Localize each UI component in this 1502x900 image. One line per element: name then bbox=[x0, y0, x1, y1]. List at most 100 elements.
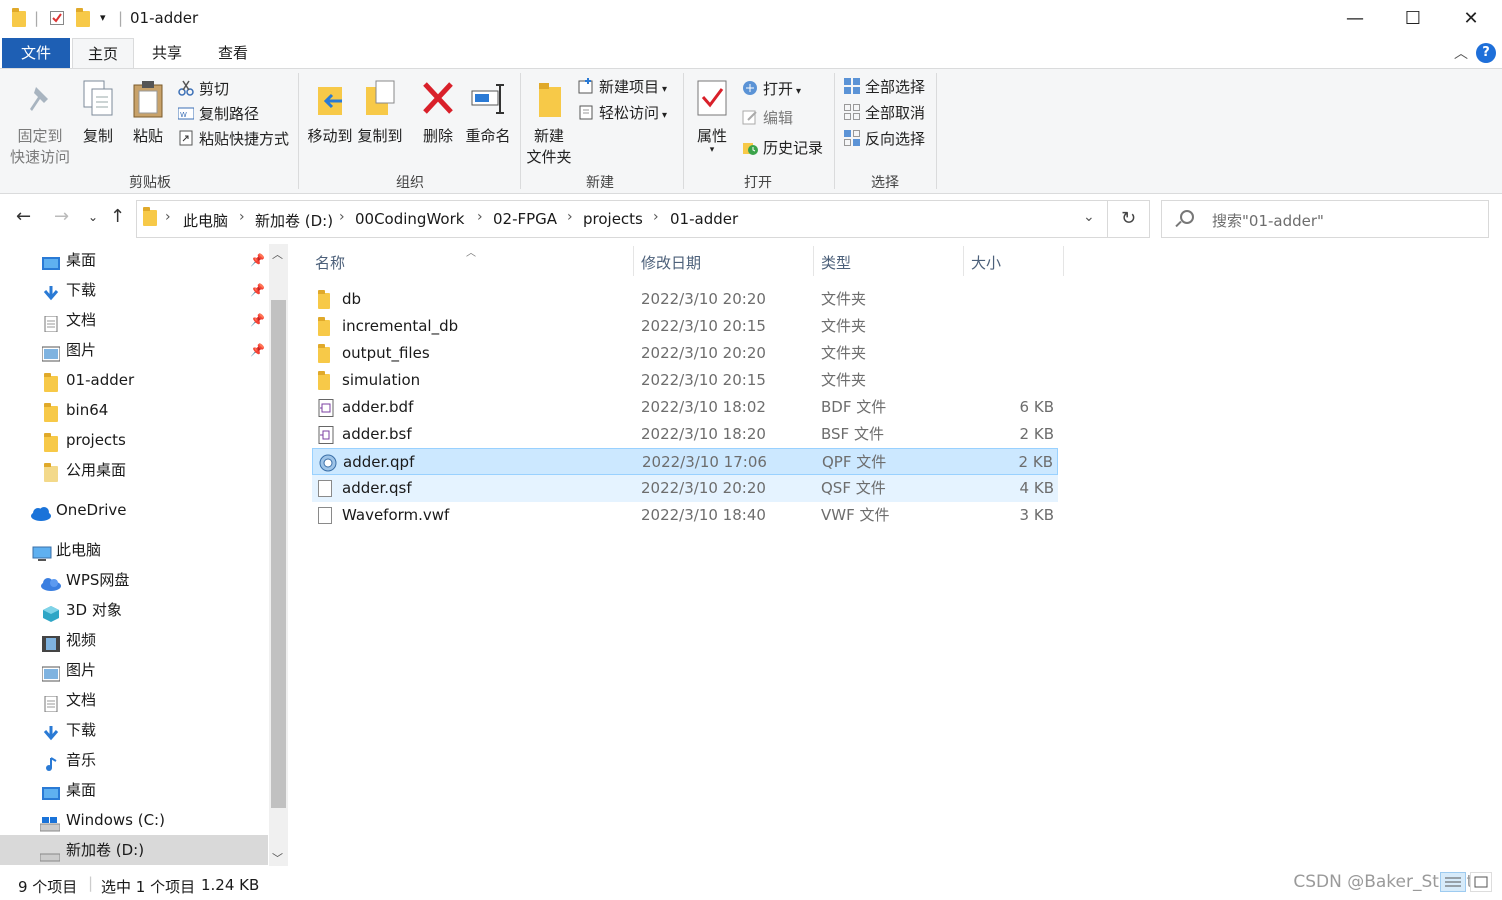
breadcrumb-codingwork[interactable]: 00CodingWork bbox=[355, 210, 464, 228]
breadcrumb-fpga[interactable]: 02-FPGA bbox=[493, 210, 557, 228]
breadcrumb-drive-d[interactable]: 新加卷 (D:) bbox=[255, 210, 333, 231]
nav-item-onedrive[interactable]: OneDrive bbox=[0, 495, 268, 525]
breadcrumb-this-pc[interactable]: 此电脑 bbox=[183, 210, 228, 231]
column-header-name[interactable]: 名称 bbox=[315, 252, 345, 273]
nav-item-videos[interactable]: 视频 bbox=[0, 625, 268, 655]
edit-button[interactable]: 编辑 bbox=[742, 106, 793, 130]
nav-item-desktop[interactable]: 桌面 📌 bbox=[0, 245, 268, 275]
address-history-chevron-icon[interactable]: ⌄ bbox=[1083, 209, 1095, 225]
nav-item-drive-d[interactable]: 新加卷 (D:) bbox=[0, 835, 268, 865]
search-box[interactable]: 搜索"01-adder" bbox=[1161, 200, 1489, 238]
nav-item-music[interactable]: 音乐 bbox=[0, 745, 268, 775]
nav-item-drive-c[interactable]: Windows (C:) bbox=[0, 805, 268, 835]
nav-item-bin64[interactable]: bin64 bbox=[0, 395, 268, 425]
nav-item-downloads-pc[interactable]: 下载 bbox=[0, 715, 268, 745]
details-view-button[interactable] bbox=[1440, 872, 1466, 892]
nav-item-pictures-pc[interactable]: 图片 bbox=[0, 655, 268, 685]
new-item-button[interactable]: 新建项目 ▾ bbox=[578, 75, 667, 99]
minimize-button[interactable]: — bbox=[1326, 0, 1384, 38]
nav-item-wps-drive[interactable]: WPS网盘 bbox=[0, 565, 268, 595]
new-folder-qa-icon[interactable] bbox=[76, 8, 90, 27]
tab-home[interactable]: 主页 bbox=[72, 38, 134, 68]
copy-to-button[interactable]: 复制到 bbox=[356, 79, 404, 146]
open-button[interactable]: 打开 ▾ bbox=[742, 77, 801, 101]
file-row[interactable]: output_files 2022/3/10 20:20 文件夹 bbox=[312, 340, 1058, 367]
breadcrumb-projects[interactable]: projects bbox=[583, 210, 643, 228]
copy-button[interactable]: 复制 bbox=[76, 79, 120, 146]
breadcrumb-separator-icon[interactable]: › bbox=[567, 209, 573, 225]
address-bar[interactable]: › 此电脑 › 新加卷 (D:) › 00CodingWork › 02-FPG… bbox=[136, 200, 1108, 238]
properties-button[interactable]: 属性 ▾ bbox=[692, 79, 732, 155]
scroll-up-arrow-icon[interactable]: ︿ bbox=[272, 246, 283, 262]
tab-view[interactable]: 查看 bbox=[200, 38, 266, 68]
rename-button[interactable]: 重命名 bbox=[462, 79, 514, 146]
breadcrumb-separator-icon[interactable]: › bbox=[653, 209, 659, 225]
file-row[interactable]: Waveform.vwf 2022/3/10 18:40 VWF 文件 3 KB bbox=[312, 502, 1058, 529]
move-to-button[interactable]: 移动到 bbox=[306, 79, 354, 146]
properties-check-icon[interactable] bbox=[50, 11, 64, 25]
file-row[interactable]: adder.bsf 2022/3/10 18:20 BSF 文件 2 KB bbox=[312, 421, 1058, 448]
delete-button[interactable]: 删除 bbox=[418, 79, 458, 146]
file-row[interactable]: simulation 2022/3/10 20:15 文件夹 bbox=[312, 367, 1058, 394]
paste-button[interactable]: 粘贴 bbox=[126, 79, 170, 146]
nav-item-documents-pc[interactable]: 文档 bbox=[0, 685, 268, 715]
file-row[interactable]: db 2022/3/10 20:20 文件夹 bbox=[312, 286, 1058, 313]
column-divider[interactable] bbox=[1063, 246, 1064, 276]
file-row[interactable]: adder.qpf 2022/3/10 17:06 QPF 文件 2 KB bbox=[312, 448, 1058, 475]
tab-share[interactable]: 共享 bbox=[134, 38, 200, 68]
scroll-down-arrow-icon[interactable]: ﹀ bbox=[272, 850, 283, 866]
tab-file[interactable]: 文件 bbox=[2, 38, 70, 68]
nav-item-documents[interactable]: 文档 📌 bbox=[0, 305, 268, 335]
nav-item-pictures[interactable]: 图片 📌 bbox=[0, 335, 268, 365]
file-row[interactable]: adder.qsf 2022/3/10 20:20 QSF 文件 4 KB bbox=[312, 475, 1058, 502]
column-header-date[interactable]: 修改日期 bbox=[641, 252, 701, 273]
pin-to-quick-access-button[interactable]: 固定到 快速访问 bbox=[8, 79, 72, 167]
column-header-size[interactable]: 大小 bbox=[971, 252, 1001, 273]
history-button[interactable]: 历史记录 bbox=[742, 136, 823, 160]
column-header-type[interactable]: 类型 bbox=[821, 252, 851, 273]
close-button[interactable]: ✕ bbox=[1442, 0, 1500, 38]
nav-item-desktop-pc[interactable]: 桌面 bbox=[0, 775, 268, 805]
column-divider[interactable] bbox=[633, 246, 634, 276]
back-arrow-icon[interactable]: ← bbox=[16, 206, 31, 227]
file-row[interactable]: adder.bdf 2022/3/10 18:02 BDF 文件 6 KB bbox=[312, 394, 1058, 421]
recent-locations-chevron-icon[interactable]: ⌄ bbox=[88, 210, 98, 224]
select-none-label: 全部取消 bbox=[865, 104, 926, 122]
navigation-pane: 桌面 📌 下载 📌 文档 📌 图片 📌 01-adder bin64 proje… bbox=[0, 244, 288, 866]
column-divider[interactable] bbox=[963, 246, 964, 276]
breadcrumb-separator-icon[interactable]: › bbox=[165, 209, 171, 225]
window-title: 01-adder bbox=[130, 9, 199, 27]
maximize-button[interactable]: ☐ bbox=[1384, 0, 1442, 38]
nav-item-this-pc[interactable]: 此电脑 bbox=[0, 535, 268, 565]
column-divider[interactable] bbox=[813, 246, 814, 276]
up-arrow-icon[interactable]: ↑ bbox=[110, 206, 125, 227]
easy-access-button[interactable]: 轻松访问 ▾ bbox=[578, 101, 667, 125]
forward-arrow-icon[interactable]: → bbox=[54, 206, 69, 227]
customize-qa-chevron-icon[interactable]: ▾ bbox=[100, 11, 106, 24]
breadcrumb-separator-icon[interactable]: › bbox=[239, 209, 245, 225]
nav-item-public-desktop[interactable]: 公用桌面 bbox=[0, 455, 268, 485]
copy-path-button[interactable]: W 复制路径 bbox=[177, 102, 259, 126]
nav-item-downloads[interactable]: 下载 📌 bbox=[0, 275, 268, 305]
large-icons-view-button[interactable] bbox=[1470, 872, 1492, 892]
status-bar: 9 个项目 | 选中 1 个项目 1.24 KB bbox=[0, 868, 1502, 900]
breadcrumb-01-adder[interactable]: 01-adder bbox=[670, 210, 738, 228]
invert-selection-button[interactable]: 反向选择 bbox=[844, 127, 925, 151]
nav-scrollbar-thumb[interactable] bbox=[271, 300, 286, 808]
file-row[interactable]: incremental_db 2022/3/10 20:15 文件夹 bbox=[312, 313, 1058, 340]
collapse-ribbon-icon[interactable]: ︿ bbox=[1454, 43, 1468, 63]
nav-item-projects[interactable]: projects bbox=[0, 425, 268, 455]
refresh-button[interactable]: ↻ bbox=[1108, 200, 1150, 238]
select-none-button[interactable]: 全部取消 bbox=[844, 101, 925, 125]
paste-shortcut-button[interactable]: 粘贴快捷方式 bbox=[178, 127, 289, 151]
folder-icon bbox=[318, 371, 332, 390]
breadcrumb-separator-icon[interactable]: › bbox=[339, 209, 345, 225]
help-icon[interactable]: ? bbox=[1476, 43, 1496, 63]
nav-item-01-adder[interactable]: 01-adder bbox=[0, 365, 268, 395]
new-folder-button[interactable]: 新建 文件夹 bbox=[526, 79, 572, 167]
nav-item-3d-objects[interactable]: 3D 对象 bbox=[0, 595, 268, 625]
invert-selection-label: 反向选择 bbox=[865, 130, 926, 148]
breadcrumb-separator-icon[interactable]: › bbox=[477, 209, 483, 225]
select-all-button[interactable]: 全部选择 bbox=[844, 75, 925, 99]
cut-button[interactable]: 剪切 bbox=[178, 77, 229, 101]
